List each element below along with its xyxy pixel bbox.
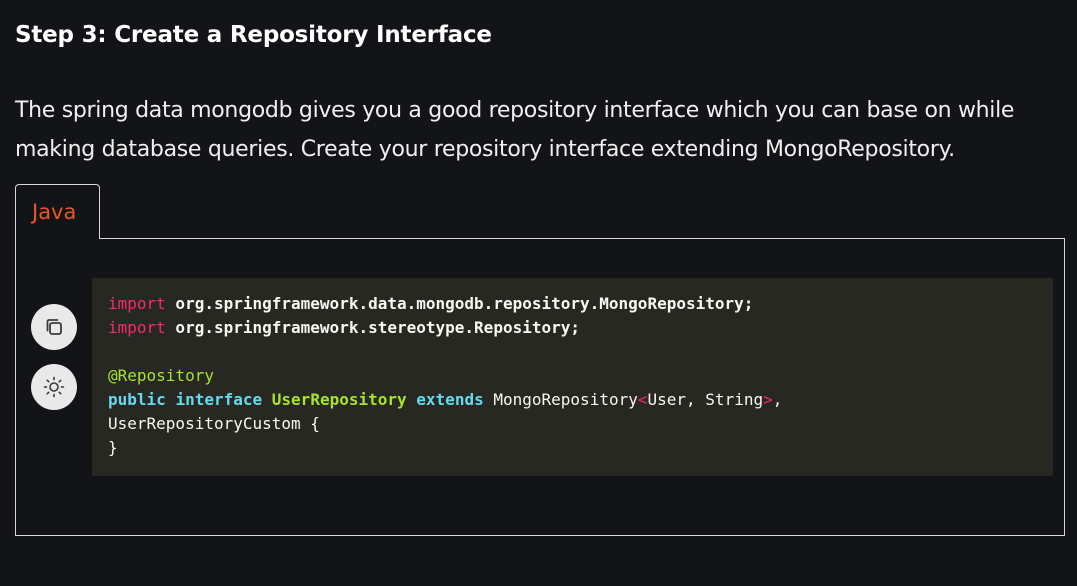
tab-java[interactable]: Java [15,184,100,239]
tab-java-label: Java [32,200,77,224]
step-description: The spring data mongodb gives you a good… [15,98,1015,162]
step-heading: Step 3: Create a Repository Interface [15,22,492,48]
code-panel [15,238,1065,536]
